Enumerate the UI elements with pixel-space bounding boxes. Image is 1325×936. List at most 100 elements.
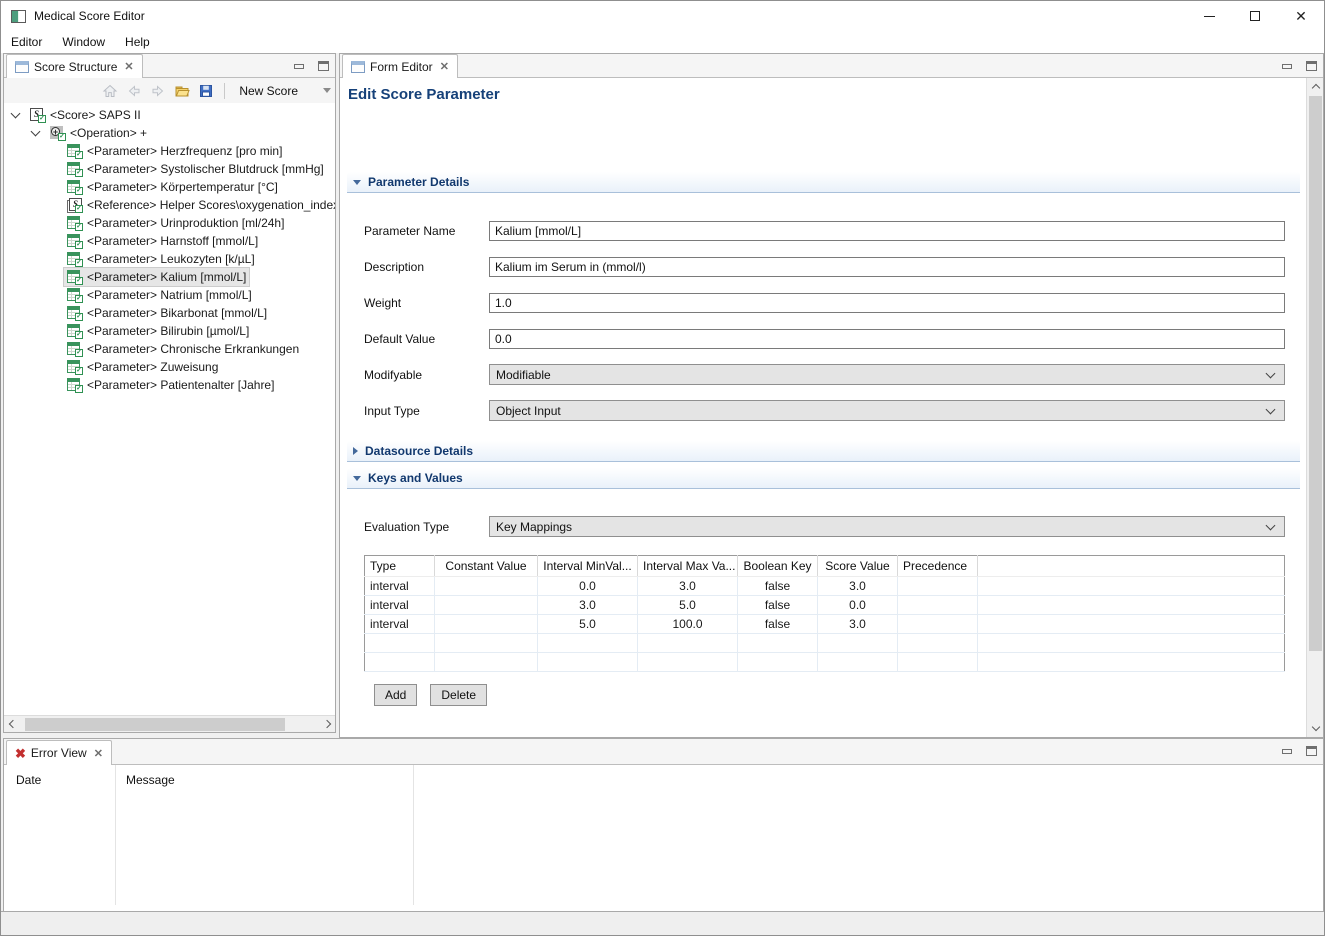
form-editor-tabbar: Form Editor ✕ (340, 54, 1323, 78)
toolbar-dropdown-icon[interactable] (323, 88, 331, 93)
forward-icon[interactable] (149, 82, 166, 99)
scrollbar-thumb[interactable] (25, 718, 285, 731)
error-view-panel: ✖ Error View ✕ Date Message (3, 738, 1324, 911)
error-icon: ✖ (15, 747, 26, 760)
scroll-right-icon[interactable] (318, 716, 335, 733)
window-title: Medical Score Editor (34, 9, 145, 23)
parameter-icon: ✓ (67, 180, 82, 194)
maximize-button[interactable] (1232, 1, 1278, 31)
keys-and-values-body: Evaluation Type Key Mappings Type Consta… (340, 489, 1306, 706)
error-view-tabbar: ✖ Error View ✕ (4, 739, 1323, 765)
scrollbar-thumb[interactable] (1309, 96, 1322, 651)
parameter-name-input[interactable] (489, 221, 1285, 241)
default-value-label: Default Value (364, 332, 489, 346)
close-tab-icon[interactable]: ✕ (440, 60, 449, 73)
tree-item-parameter-selected[interactable]: ✓ <Parameter> Kalium [mmol/L] (4, 268, 335, 286)
tab-score-structure[interactable]: Score Structure ✕ (6, 54, 143, 78)
evaluation-type-select[interactable]: Key Mappings (489, 516, 1285, 537)
scroll-left-icon[interactable] (4, 716, 21, 733)
tree-item-parameter[interactable]: ✓ <Parameter> Harnstoff [mmol/L] (4, 232, 335, 250)
panel-minimize-icon[interactable] (1282, 749, 1292, 754)
parameter-name-label: Parameter Name (364, 224, 489, 238)
tree-item-parameter[interactable]: ✓ <Parameter> Körpertemperatur [°C] (4, 178, 335, 196)
parameter-icon: ✓ (67, 252, 82, 266)
menu-help[interactable]: Help (115, 32, 160, 52)
panel-maximize-icon[interactable] (318, 61, 329, 71)
delete-button[interactable]: Delete (430, 684, 487, 706)
tree-item-parameter[interactable]: ✓ <Parameter> Chronische Erkrankungen (4, 340, 335, 358)
col-score-value: Score Value (818, 556, 898, 577)
tree-item-parameter[interactable]: ✓ <Parameter> Systolischer Blutdruck [mm… (4, 160, 335, 178)
score-icon: S✓ (30, 108, 45, 122)
tree-item-parameter[interactable]: ✓ <Parameter> Leukozyten [k/µL] (4, 250, 335, 268)
minimize-button[interactable] (1186, 1, 1232, 31)
tree-item-score[interactable]: S✓ <Score> SAPS II (4, 106, 335, 124)
parameter-icon: ✓ (67, 360, 82, 374)
tree-item-parameter[interactable]: ✓ <Parameter> Urinproduktion [ml/24h] (4, 214, 335, 232)
table-row-empty[interactable] (365, 634, 1285, 653)
parameter-icon: ✓ (67, 378, 82, 392)
collapse-triangle-icon (353, 180, 361, 185)
page-title: Edit Score Parameter (348, 86, 1306, 106)
weight-input[interactable] (489, 293, 1285, 313)
tree-item-parameter[interactable]: ✓ <Parameter> Bikarbonat [mmol/L] (4, 304, 335, 322)
error-col-message: Message (126, 773, 175, 787)
section-datasource-details[interactable]: Datasource Details (347, 441, 1300, 462)
chevron-down-icon (1266, 405, 1276, 415)
section-parameter-details[interactable]: Parameter Details (347, 172, 1300, 193)
minimize-icon (1204, 16, 1215, 17)
toolbar-separator (224, 83, 225, 99)
table-row[interactable]: interval 5.0 100.0 false 3.0 (365, 615, 1285, 634)
menu-window[interactable]: Window (52, 32, 115, 52)
tree-item-parameter[interactable]: ✓ <Parameter> Natrium [mmol/L] (4, 286, 335, 304)
description-input[interactable] (489, 257, 1285, 277)
tree-item-parameter[interactable]: ✓ <Parameter> Herzfrequenz [pro min] (4, 142, 335, 160)
description-label: Description (364, 260, 489, 274)
close-tab-icon[interactable]: ✕ (94, 747, 103, 760)
tree-item-parameter[interactable]: ✓ <Parameter> Patientenalter [Jahre] (4, 376, 335, 394)
parameter-icon: ✓ (67, 288, 82, 302)
new-score-button[interactable]: New Score (235, 84, 302, 98)
table-row[interactable]: interval 3.0 5.0 false 0.0 (365, 596, 1285, 615)
add-button[interactable]: Add (374, 684, 417, 706)
section-keys-and-values[interactable]: Keys and Values (347, 468, 1300, 489)
menu-editor[interactable]: Editor (1, 32, 52, 52)
expanded-chevron-icon[interactable] (31, 127, 41, 137)
back-icon[interactable] (125, 82, 142, 99)
tab-error-view[interactable]: ✖ Error View ✕ (6, 740, 112, 765)
panel-minimize-icon[interactable] (294, 64, 304, 69)
horizontal-scrollbar[interactable] (4, 715, 335, 732)
panel-maximize-icon[interactable] (1306, 746, 1317, 756)
open-folder-icon[interactable] (173, 82, 190, 99)
table-row[interactable]: interval 0.0 3.0 false 3.0 (365, 577, 1285, 596)
modifyable-select[interactable]: Modifiable (489, 364, 1285, 385)
close-tab-icon[interactable]: ✕ (124, 60, 133, 73)
menu-bar: Editor Window Help (1, 31, 1324, 53)
vertical-scrollbar[interactable] (1306, 78, 1323, 737)
input-type-select[interactable]: Object Input (489, 400, 1285, 421)
chevron-down-icon (1266, 521, 1276, 531)
tree-item-parameter[interactable]: ✓ <Parameter> Bilirubin [µmol/L] (4, 322, 335, 340)
save-icon[interactable] (197, 82, 214, 99)
scroll-down-icon[interactable] (1307, 720, 1324, 737)
panel-maximize-icon[interactable] (1306, 61, 1317, 71)
col-type: Type (365, 556, 435, 577)
tab-score-structure-label: Score Structure (34, 60, 117, 74)
panel-minimize-icon[interactable] (1282, 64, 1292, 69)
tab-form-editor[interactable]: Form Editor ✕ (342, 54, 458, 78)
expanded-chevron-icon[interactable] (11, 109, 21, 119)
parameter-icon: ✓ (67, 306, 82, 320)
tree-item-parameter[interactable]: ✓ <Parameter> Zuweisung (4, 358, 335, 376)
col-interval-min: Interval MinVal... (538, 556, 638, 577)
status-bar (1, 911, 1324, 935)
app-window: Medical Score Editor ✕ Editor Window Hel… (0, 0, 1325, 936)
home-icon[interactable] (101, 82, 118, 99)
score-structure-toolbar: New Score (4, 78, 335, 103)
parameter-icon: ✓ (67, 216, 82, 230)
close-button[interactable]: ✕ (1278, 1, 1324, 31)
default-value-input[interactable] (489, 329, 1285, 349)
table-row-empty[interactable] (365, 653, 1285, 672)
tree-item-operation[interactable]: +✓ <Operation> + (4, 124, 335, 142)
tree-item-reference[interactable]: S✓ <Reference> Helper Scores\oxygenation… (4, 196, 335, 214)
scroll-up-icon[interactable] (1307, 78, 1324, 95)
